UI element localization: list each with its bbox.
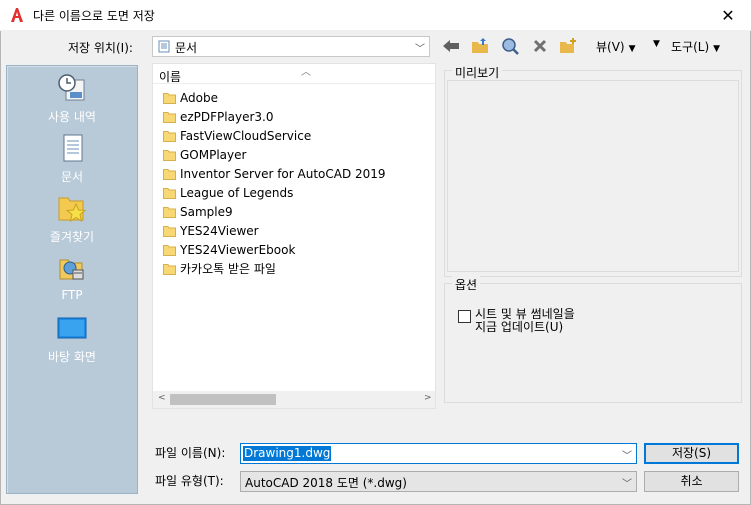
horizontal-scrollbar[interactable]: < > <box>153 391 435 408</box>
column-header-name[interactable]: 이름 ︿ <box>153 64 435 84</box>
new-folder-button[interactable] <box>558 37 578 55</box>
title-bar: 다른 이름으로 도면 저장 ✕ <box>0 0 751 31</box>
place-ftp[interactable]: FTP <box>7 252 137 302</box>
delete-icon <box>533 39 547 53</box>
filename-value: Drawing1.dwg <box>243 446 332 461</box>
list-item-label: YES24ViewerEbook <box>180 242 296 257</box>
list-item-label: League of Legends <box>180 185 294 200</box>
new-folder-icon <box>560 38 576 53</box>
folder-icon <box>163 92 176 104</box>
folder-icon <box>163 130 176 142</box>
search-web-icon <box>502 38 519 55</box>
folder-icon <box>163 225 176 237</box>
list-item-label: Adobe <box>180 90 218 105</box>
preview-label: 미리보기 <box>452 64 503 81</box>
filetype-select[interactable]: AutoCAD 2018 도면 (*.dwg) ﹀ <box>240 471 637 492</box>
close-button[interactable]: ✕ <box>705 0 751 31</box>
autocad-logo-icon <box>11 8 23 22</box>
up-folder-icon <box>472 38 488 53</box>
back-button[interactable] <box>441 37 461 55</box>
save-button[interactable]: 저장(S) <box>644 443 739 464</box>
scroll-right-icon[interactable]: > <box>424 393 432 403</box>
save-location-label: 저장 위치(I): <box>68 41 133 55</box>
favorites-icon <box>58 197 87 223</box>
list-item-label: 카카오톡 받은 파일 <box>180 262 276 276</box>
chevron-down-icon: ﹀ <box>415 44 425 55</box>
desktop-icon <box>57 317 87 339</box>
place-documents[interactable]: 문서 <box>7 132 137 185</box>
search-web-button[interactable] <box>500 37 520 55</box>
sort-ascending-icon: ︿ <box>301 67 311 78</box>
list-item[interactable]: Sample9 <box>163 202 233 221</box>
preview-area <box>447 80 739 272</box>
ftp-icon <box>59 259 84 280</box>
list-item-label: FastViewCloudService <box>180 128 312 143</box>
checkbox-label-line2: 지금 업데이트(U) <box>475 320 564 334</box>
place-label: 바탕 화면 <box>48 350 96 364</box>
update-thumbnails-checkbox[interactable] <box>458 310 471 323</box>
scrollbar-thumb[interactable] <box>170 394 276 405</box>
place-desktop[interactable]: 바탕 화면 <box>7 312 137 365</box>
tools-menu[interactable]: 도구(L) ▼ <box>671 38 720 55</box>
column-header-label: 이름 <box>159 70 182 84</box>
place-history[interactable]: 사용 내역 <box>7 72 137 125</box>
list-item-label: YES24Viewer <box>180 223 259 238</box>
list-item[interactable]: ezPDFPlayer3.0 <box>163 107 274 126</box>
filetype-value: AutoCAD 2018 도면 (*.dwg) <box>245 476 407 490</box>
list-item[interactable]: League of Legends <box>163 183 293 202</box>
list-item[interactable]: YES24Viewer <box>163 221 259 240</box>
list-item[interactable]: Adobe <box>163 88 218 107</box>
file-list[interactable]: 이름 ︿ Adobe ezPDFPlayer3.0 FastViewCloudSer… <box>152 63 436 409</box>
list-item-label: ezPDFPlayer3.0 <box>180 109 274 124</box>
list-item-label: GOMPlayer <box>180 147 247 162</box>
view-menu[interactable]: 뷰(V) ▼ <box>596 38 636 55</box>
documents-icon <box>63 134 83 162</box>
folder-icon <box>163 187 176 199</box>
scroll-left-icon[interactable]: < <box>158 393 166 403</box>
delete-button[interactable] <box>530 37 550 55</box>
filetype-label: 파일 유형(T): <box>155 474 224 488</box>
window-title: 다른 이름으로 도면 저장 <box>33 9 155 23</box>
folder-icon <box>163 263 176 275</box>
chevron-down-icon: ﹀ <box>622 479 632 490</box>
folder-icon <box>163 206 176 218</box>
folder-icon <box>163 244 176 256</box>
cancel-button[interactable]: 취소 <box>644 471 739 492</box>
save-location-value: 문서 <box>175 41 198 55</box>
up-folder-button[interactable] <box>470 37 490 55</box>
folder-icon <box>163 168 176 180</box>
list-item[interactable]: Inventor Server for AutoCAD 2019 <box>163 164 386 183</box>
filename-input[interactable]: Drawing1.dwg ﹀ <box>240 443 637 464</box>
list-item[interactable]: YES24ViewerEbook <box>163 240 295 259</box>
place-label: 사용 내역 <box>48 110 96 124</box>
view-menu-label: 뷰(V) <box>596 40 625 54</box>
place-label: FTP <box>61 288 83 302</box>
list-item[interactable]: GOMPlayer <box>163 145 246 164</box>
update-thumbnails-label[interactable]: 시트 및 뷰 썸네일을 지금 업데이트(U) <box>475 308 575 334</box>
save-location-combo[interactable]: 문서 ﹀ <box>152 36 430 57</box>
options-label: 옵션 <box>452 276 481 293</box>
list-item[interactable]: 카카오톡 받은 파일 <box>163 259 276 278</box>
documents-small-icon <box>158 40 170 53</box>
place-label: 문서 <box>60 170 84 184</box>
dropdown-arrow-icon: ▼ <box>628 44 636 54</box>
options-group <box>444 283 742 403</box>
tools-dropdown-icon[interactable]: ▼ <box>653 39 660 49</box>
back-icon <box>443 40 459 52</box>
list-item-label: Sample9 <box>180 204 233 219</box>
chevron-down-icon[interactable]: ﹀ <box>622 447 632 462</box>
places-bar: 사용 내역 문서 즐겨찾기 FTP 바탕 화면 <box>6 65 138 494</box>
folder-icon <box>163 111 176 123</box>
folder-icon <box>163 149 176 161</box>
tools-menu-label: 도구(L) <box>671 40 710 54</box>
list-item[interactable]: FastViewCloudService <box>163 126 311 145</box>
place-label: 즐겨찾기 <box>49 230 95 244</box>
history-icon <box>58 74 85 101</box>
place-favorites[interactable]: 즐겨찾기 <box>7 192 137 245</box>
list-item-label: Inventor Server for AutoCAD 2019 <box>180 166 386 181</box>
dropdown-arrow-icon: ▼ <box>713 44 721 54</box>
filename-label: 파일 이름(N): <box>155 446 226 460</box>
close-icon: ✕ <box>721 6 735 25</box>
